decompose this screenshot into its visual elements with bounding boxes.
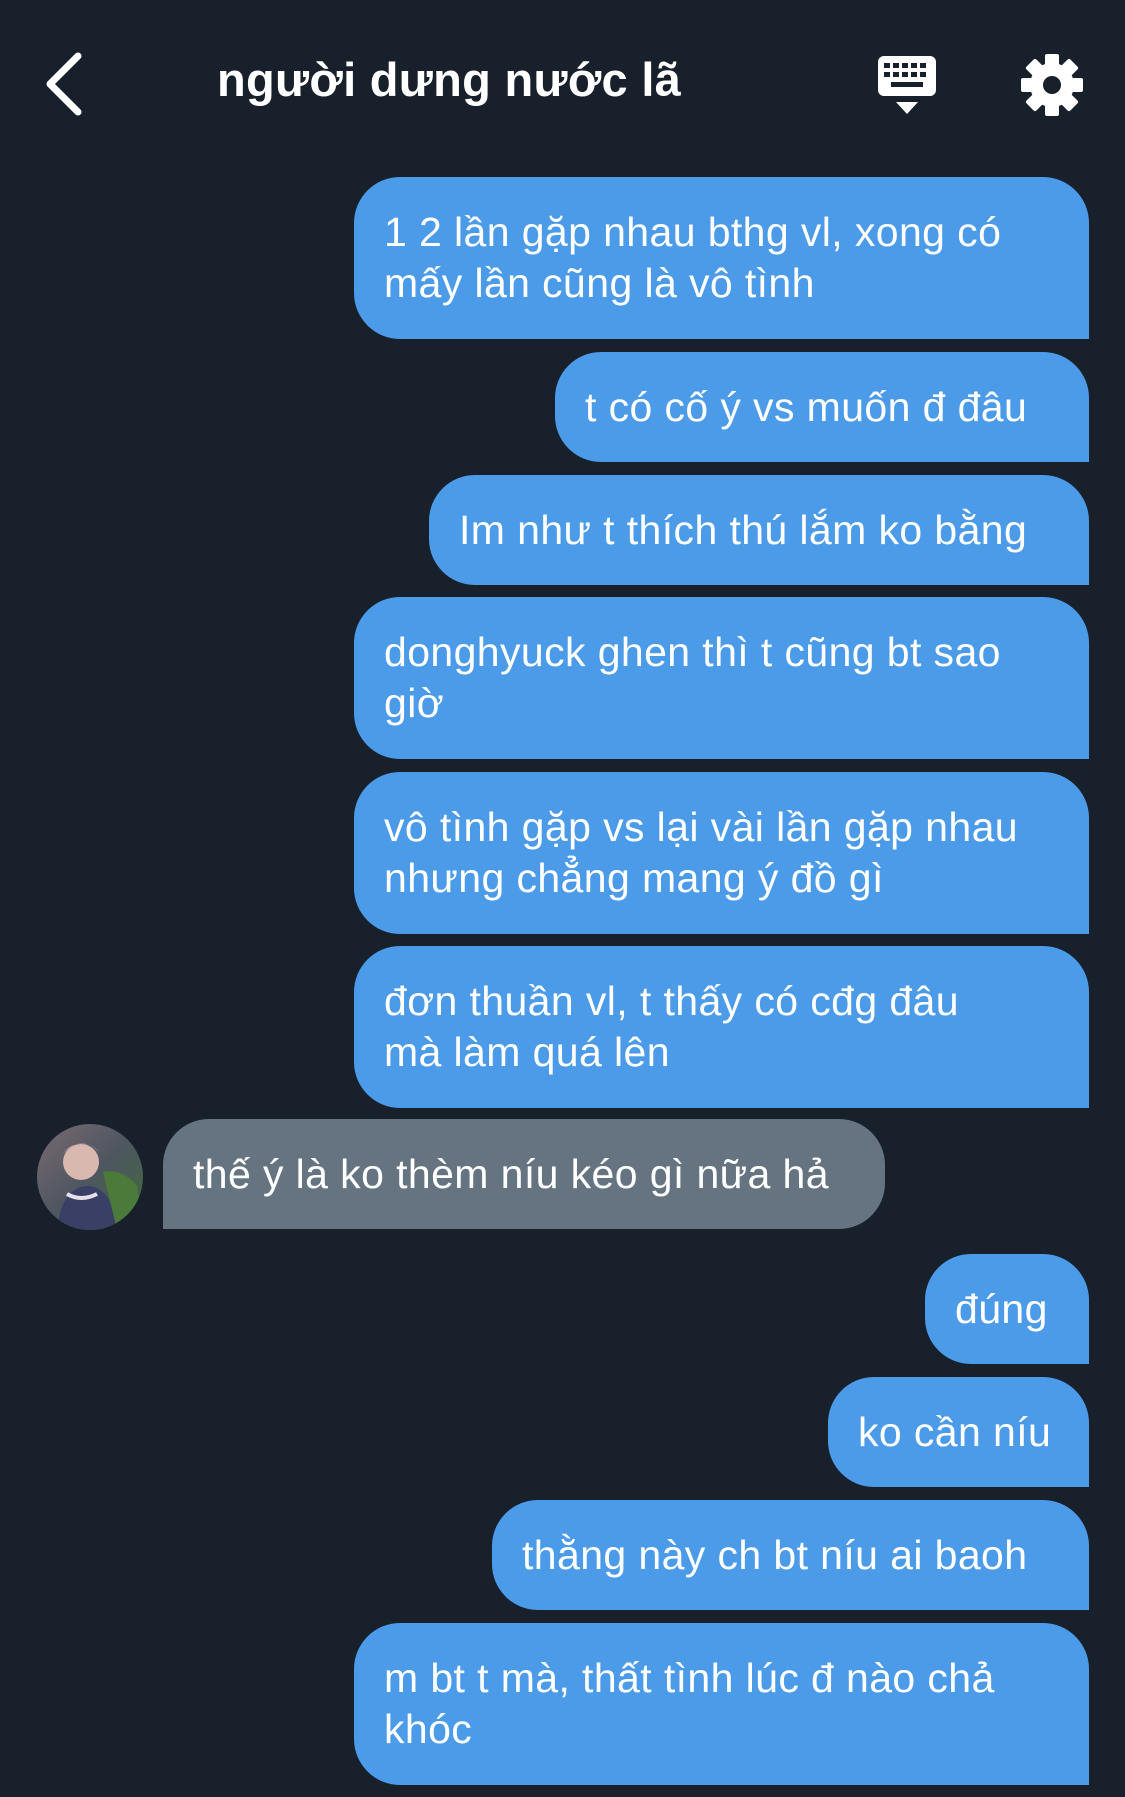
message-text: ko cần níu — [858, 1408, 1052, 1455]
message-bubble-outgoing[interactable]: t có cố ý vs muốn đ đâu — [555, 352, 1089, 462]
message-text: donghyuck ghen thì t cũng bt sao giờ — [384, 629, 1001, 726]
message-text: m bt t mà, thất tình lúc đ nào chả khóc — [384, 1655, 995, 1752]
message-text: thế ý là ko thèm níu kéo gì nữa hả — [193, 1150, 829, 1197]
message-bubble-outgoing[interactable]: vô tình gặp vs lại vài lần gặp nhau nhưn… — [354, 772, 1089, 934]
message-text: Im như t thích thú lắm ko bằng — [459, 506, 1028, 553]
message-bubble-outgoing[interactable]: Im như t thích thú lắm ko bằng — [429, 475, 1089, 585]
message-text: 1 2 lần gặp nhau bthg vl, xong có mấy lầ… — [384, 209, 1002, 306]
message-text: thằng này ch bt níu ai baoh — [522, 1531, 1028, 1578]
contact-avatar[interactable] — [37, 1124, 143, 1230]
message-bubble-outgoing[interactable]: m bt t mà, thất tình lúc đ nào chả khóc — [354, 1623, 1089, 1785]
message-text: vô tình gặp vs lại vài lần gặp nhau nhưn… — [384, 804, 1018, 901]
message-bubble-outgoing[interactable]: ko cần níu — [828, 1377, 1089, 1487]
message-text: đơn thuần vl, t thấy có cđg đâu mà làm q… — [384, 978, 959, 1075]
message-text: t có cố ý vs muốn đ đâu — [585, 383, 1028, 430]
message-list: 1 2 lần gặp nhau bthg vl, xong có mấy lầ… — [0, 0, 1125, 1797]
avatar-photo — [37, 1124, 143, 1230]
message-text: đúng — [955, 1285, 1048, 1332]
message-bubble-outgoing[interactable]: đơn thuần vl, t thấy có cđg đâu mà làm q… — [354, 946, 1089, 1108]
message-bubble-outgoing[interactable]: đúng — [925, 1254, 1089, 1364]
message-bubble-incoming[interactable]: thế ý là ko thèm níu kéo gì nữa hả — [163, 1119, 885, 1229]
message-bubble-outgoing[interactable]: 1 2 lần gặp nhau bthg vl, xong có mấy lầ… — [354, 177, 1089, 339]
message-bubble-outgoing[interactable]: donghyuck ghen thì t cũng bt sao giờ — [354, 597, 1089, 759]
message-bubble-outgoing[interactable]: thằng này ch bt níu ai baoh — [492, 1500, 1089, 1610]
